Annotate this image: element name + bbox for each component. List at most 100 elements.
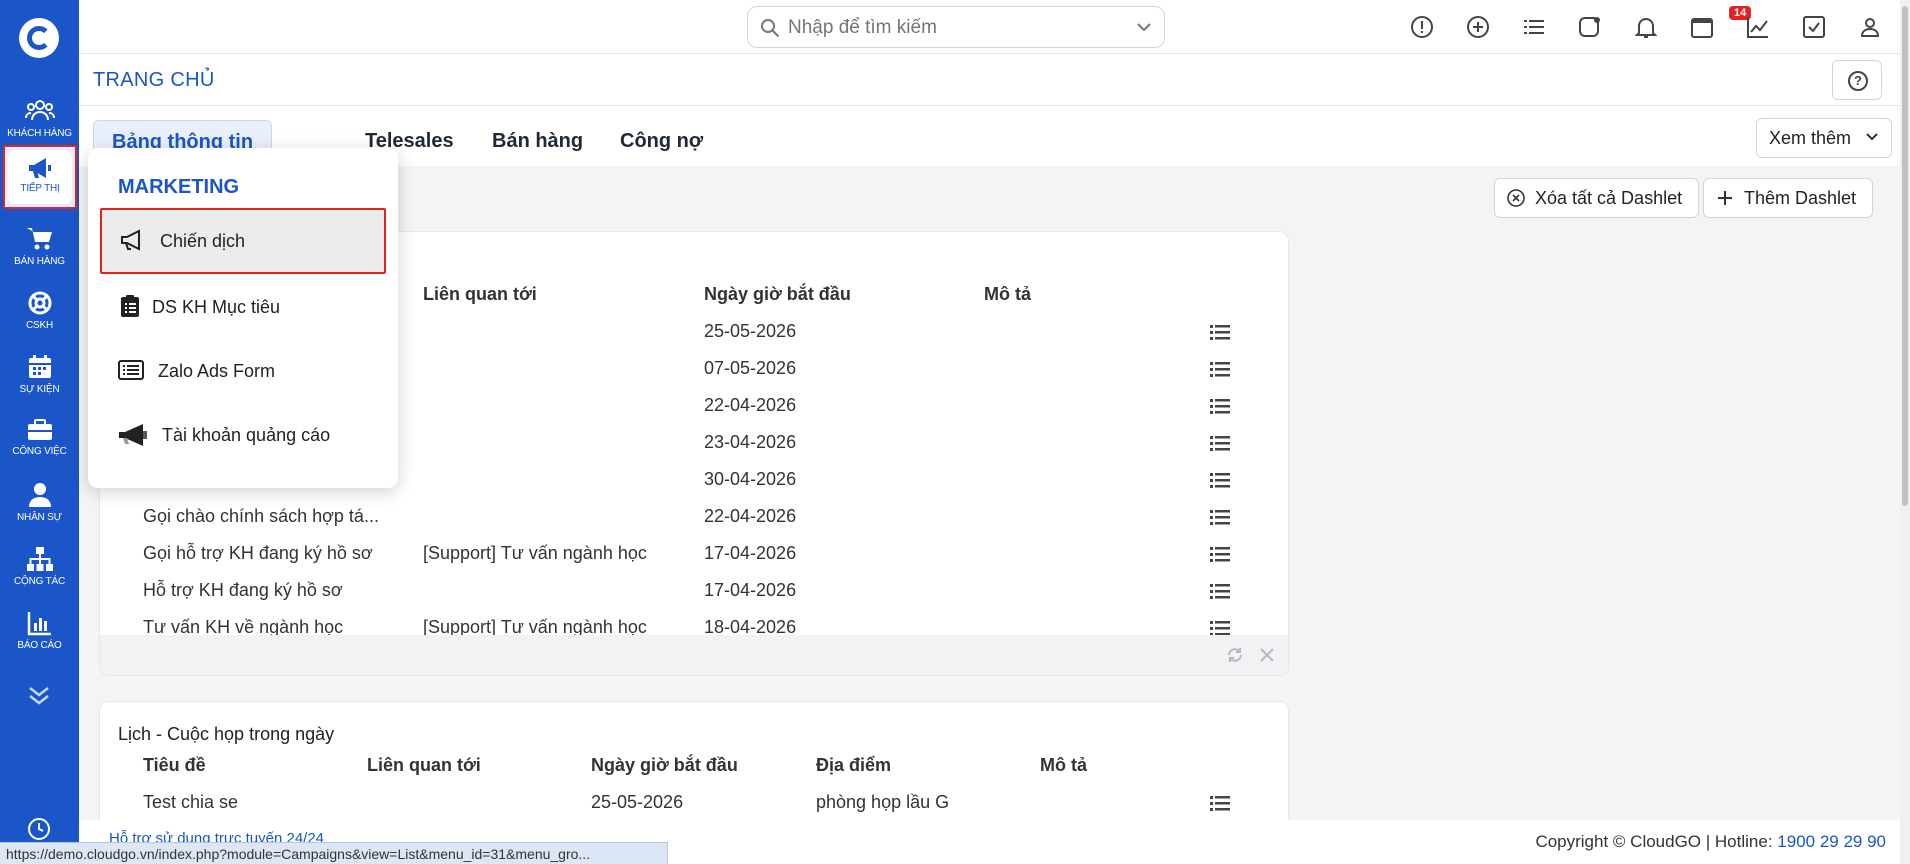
sidebar-item-reports[interactable]: BÁO CÁO — [0, 602, 79, 666]
column-header: Mô tả — [1040, 755, 1087, 775]
column-header: Mô tả — [984, 284, 1031, 304]
menu-item-zalo-ads-form[interactable]: Zalo Ads Form — [100, 338, 386, 404]
sidebar-item-sales[interactable]: BÁN HÀNG — [0, 218, 79, 282]
menu-item-campaigns[interactable]: Chiến dịch — [100, 208, 386, 274]
column-header: Liên quan tới — [367, 755, 481, 775]
row-title[interactable]: Gọi chào chính sách hợp tá... — [143, 506, 379, 527]
menu-item-target-list[interactable]: DS KH Mục tiêu — [100, 274, 386, 340]
sidebar-item-events[interactable]: SỰ KIỆN — [0, 346, 79, 410]
sidebar-item-tasks[interactable]: CÔNG VIỆC — [0, 410, 79, 474]
menu-item-label: DS KH Mục tiêu — [152, 297, 281, 317]
users-icon — [24, 100, 55, 121]
sidebar-item-label: CÔNG VIỆC — [12, 446, 67, 457]
marketing-menu: MARKETING Chiến dịch DS KH Mục tiêu Zalo… — [88, 148, 398, 488]
sidebar-item-collaboration[interactable]: CỘNG TÁC — [0, 538, 79, 602]
search-input[interactable] — [788, 17, 1108, 39]
column-header: Địa điểm — [816, 755, 892, 775]
person-icon — [28, 483, 51, 507]
tab-debt[interactable]: Công nợ — [602, 120, 721, 163]
close-icon[interactable] — [1258, 646, 1276, 664]
column-header: Ngày giờ bắt đầu — [704, 284, 851, 304]
close-circle-icon — [1507, 189, 1525, 207]
alert-icon[interactable] — [1409, 14, 1435, 40]
sidebar-item-label: TIẾP THỊ — [20, 183, 60, 194]
calendar-icon[interactable] — [1689, 14, 1715, 40]
sidebar-item-marketing[interactable]: TIẾP THỊ — [3, 145, 77, 209]
sidebar-item-support[interactable]: CSKH — [0, 282, 79, 346]
help-icon: ? — [1848, 71, 1868, 91]
menu-item-ad-accounts[interactable]: Tài khoản quảng cáo — [100, 402, 386, 468]
add-circle-icon[interactable] — [1465, 14, 1491, 40]
add-dashlet-button[interactable]: Thêm Dashlet — [1703, 178, 1874, 218]
row-menu-icon[interactable] — [1210, 471, 1230, 489]
bar-chart-icon — [27, 612, 51, 636]
row-menu-icon[interactable] — [1210, 434, 1230, 452]
row-menu-icon[interactable] — [1210, 397, 1230, 415]
row-date: 22-04-2026 — [704, 395, 797, 415]
calendar-icon — [28, 355, 51, 378]
sidebar-item-label: NHÂN SỰ — [17, 512, 62, 523]
row-menu-icon[interactable] — [1210, 794, 1230, 812]
clear-all-dashlets-button[interactable]: Xóa tất cả Dashlet — [1494, 178, 1700, 218]
bell-icon[interactable] — [1633, 14, 1659, 40]
plus-icon — [1718, 191, 1732, 205]
row-date: 17-04-2026 — [704, 543, 797, 563]
row-date: 07-05-2026 — [704, 358, 797, 378]
copyright: Copyright © CloudGO | Hotline: 1900 29 2… — [1535, 832, 1886, 851]
menu-item-label: Chiến dịch — [160, 231, 246, 251]
megaphone-icon — [29, 158, 51, 178]
column-header: Liên quan tới — [423, 284, 537, 304]
lifebuoy-icon — [28, 291, 51, 315]
megaphone-icon — [121, 229, 140, 251]
refresh-icon[interactable] — [1577, 14, 1603, 40]
row-menu-icon[interactable] — [1210, 360, 1230, 378]
chevron-down-icon[interactable] — [1136, 21, 1152, 33]
more-tabs-dropdown[interactable]: Xem thêm — [1755, 118, 1892, 158]
checkbox-icon[interactable] — [1801, 14, 1827, 40]
page-scrollbar[interactable] — [1900, 0, 1910, 864]
dashlet-title: Lịch - Cuộc họp trong ngày — [118, 724, 335, 744]
row-menu-icon[interactable] — [1210, 323, 1230, 341]
clear-all-dashlets-label: Xóa tất cả Dashlet — [1535, 188, 1683, 208]
more-tabs-label: Xem thêm — [1768, 128, 1851, 148]
row-title[interactable]: Test chia se — [143, 792, 238, 813]
column-header: Ngày giờ bắt đầu — [591, 755, 738, 775]
row-menu-icon[interactable] — [1210, 582, 1230, 600]
refresh-icon[interactable] — [1226, 646, 1244, 664]
global-search[interactable] — [747, 6, 1165, 48]
column-header: Tiêu đề — [143, 755, 206, 775]
user-icon[interactable] — [1857, 14, 1883, 40]
hotline-number[interactable]: 1900 29 29 90 — [1777, 832, 1886, 851]
sidebar-item-label: BÁO CÁO — [17, 640, 62, 651]
row-title[interactable]: Hỗ trợ KH đang ký hồ sơ — [143, 580, 343, 601]
row-date: 23-04-2026 — [704, 432, 797, 452]
row-menu-icon[interactable] — [1210, 545, 1230, 563]
row-location: phòng họp lầu G — [816, 792, 950, 812]
page-title: TRANG CHỦ — [93, 69, 215, 91]
page-header: TRANG CHỦ ? — [79, 54, 1910, 106]
cloudgo-logo[interactable] — [19, 18, 59, 58]
sidebar-item-label: BÁN HÀNG — [14, 256, 65, 267]
row-related[interactable]: [Support] Tư vấn ngành học — [423, 543, 647, 564]
expand-more-icon[interactable] — [27, 685, 51, 707]
chevron-down-icon — [1866, 133, 1878, 141]
add-dashlet-label: Thêm Dashlet — [1744, 188, 1857, 208]
list-icon[interactable] — [1521, 14, 1547, 40]
sidebar-item-label: SỰ KIỆN — [19, 384, 60, 395]
menu-heading: MARKETING — [118, 176, 240, 198]
briefcase-icon — [27, 419, 52, 440]
sidebar-item-hr[interactable]: NHÂN SỰ — [0, 474, 79, 538]
row-menu-icon[interactable] — [1210, 508, 1230, 526]
sitemap-icon — [26, 547, 53, 571]
chart-line-icon[interactable] — [1745, 14, 1771, 40]
tab-sales[interactable]: Bán hàng — [474, 120, 601, 163]
clock-icon[interactable] — [27, 817, 51, 841]
search-icon — [761, 19, 780, 38]
top-bar: 14 — [79, 0, 1910, 54]
row-title[interactable]: Gọi hỗ trợ KH đang ký hồ sơ — [143, 543, 373, 564]
bullhorn-icon — [119, 424, 147, 446]
clipboard-icon — [121, 295, 139, 317]
sidebar-item-label: KHÁCH HÀNG — [7, 128, 72, 139]
help-button[interactable]: ? — [1832, 60, 1882, 100]
status-bar-url: https://demo.cloudgo.vn/index.php?module… — [0, 842, 668, 864]
